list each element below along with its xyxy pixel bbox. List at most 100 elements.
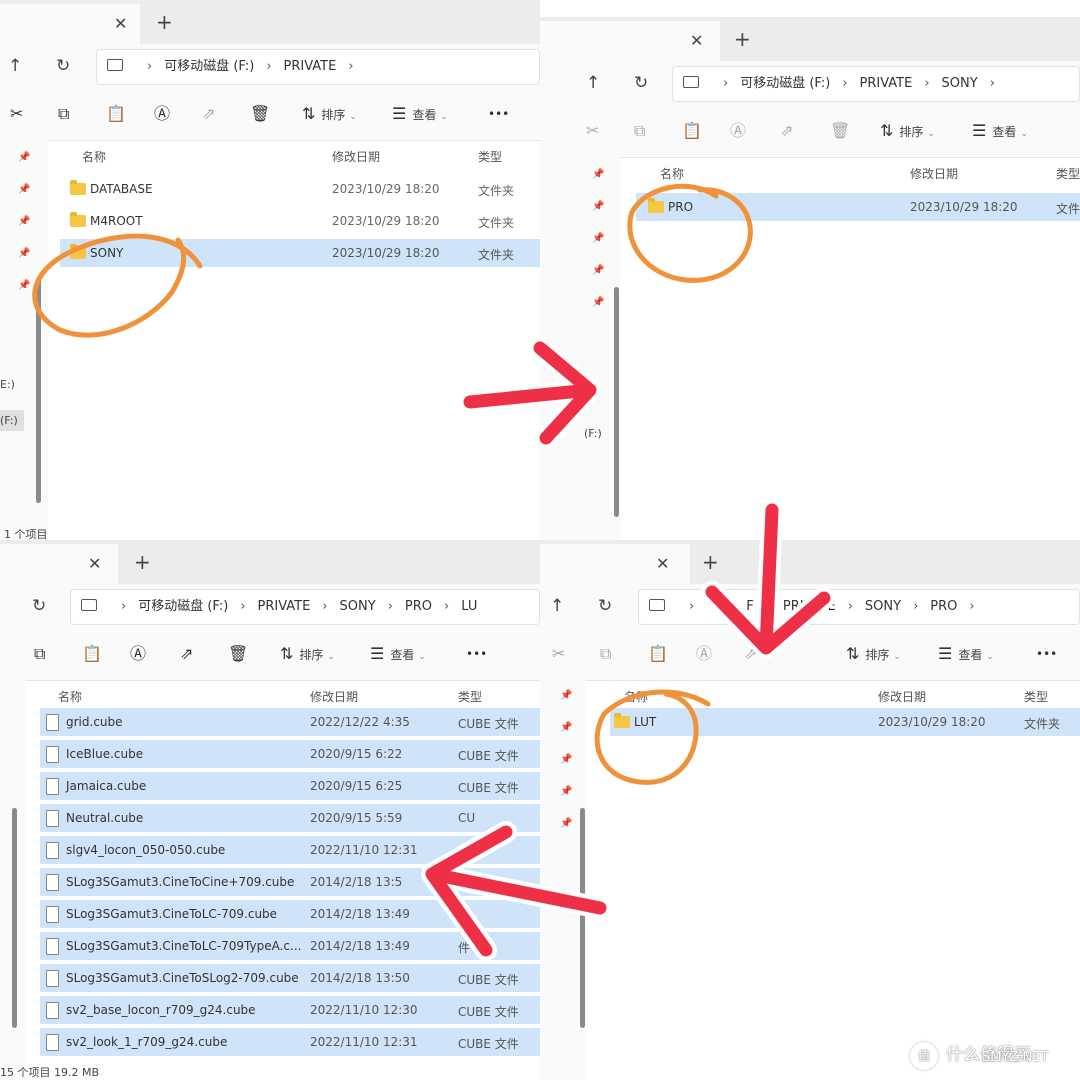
pin-icon[interactable]: 📌 (592, 169, 604, 180)
arrow-up-icon[interactable]: ↑ (586, 61, 600, 105)
pin-icon[interactable]: 📌 (592, 297, 604, 308)
address-bar[interactable]: › 可移动磁盘 (F:) › PRIVATE › (96, 49, 540, 85)
file-row-selected[interactable]: sv2_base_locon_r709_g24.cube 2022/11/10 1… (40, 996, 540, 1024)
arrow-up-icon[interactable]: ↑ (8, 44, 22, 88)
view-button[interactable]: ☰ 查看 ⌄ (938, 628, 994, 680)
address-bar[interactable]: › 可移动磁盘 (F:) › PRIVATE › SONY › PRO › LU (70, 589, 540, 625)
column-name[interactable]: 名称 (82, 148, 106, 165)
sort-button[interactable]: ⇅ 排序 ⌄ (302, 88, 357, 140)
refresh-icon[interactable]: ↻ (598, 584, 612, 628)
file-row-selected[interactable]: SLog3SGamut3.CineToCine+709.cube 2014/2/1… (40, 868, 540, 896)
breadcrumb-item[interactable]: SONY (942, 67, 978, 101)
close-icon[interactable]: ✕ (114, 4, 127, 44)
copy-icon[interactable]: ⧉ (634, 105, 645, 157)
breadcrumb-item[interactable]: SONY (340, 590, 376, 624)
pin-icon[interactable]: 📌 (18, 280, 30, 291)
delete-icon[interactable]: 🗑 (228, 628, 248, 680)
file-row[interactable]: DATABASE 2023/10/29 18:20 文件夹 (60, 175, 540, 203)
file-row-selected[interactable]: sv2_look_1_r709_g24.cube 2022/11/10 12:31… (40, 1028, 540, 1056)
paste-icon[interactable]: 📋 (648, 628, 668, 680)
column-name[interactable]: 名称 (58, 688, 82, 705)
pin-icon[interactable]: 📌 (560, 818, 572, 829)
copy-icon[interactable]: ⧉ (34, 628, 45, 680)
breadcrumb-item[interactable]: 可移动磁盘 (F:) (164, 50, 254, 84)
breadcrumb-item[interactable]: 可移动磁盘 (F:) (740, 67, 830, 101)
new-tab-icon[interactable]: + (156, 0, 173, 44)
share-icon[interactable]: ⇗ (744, 628, 757, 680)
more-button[interactable]: ••• (1036, 628, 1057, 680)
scrollbar[interactable] (12, 808, 17, 1028)
pin-icon[interactable]: 📌 (560, 786, 572, 797)
file-row[interactable]: M4ROOT 2023/10/29 18:20 文件夹 (60, 207, 540, 235)
column-type[interactable]: 类型 (478, 148, 502, 165)
column-date[interactable]: 修改日期 (910, 165, 958, 182)
delete-icon[interactable]: 🗑 (250, 88, 270, 140)
file-row-selected[interactable]: Jamaica.cube 2020/9/15 6:25 CUBE 文件 (40, 772, 540, 800)
share-icon[interactable]: ⇗ (202, 88, 215, 140)
more-button[interactable]: ••• (466, 628, 487, 680)
close-icon[interactable]: ✕ (690, 21, 703, 61)
address-bar[interactable]: › F › PRIVATE › SONY › PRO › (638, 589, 1080, 625)
paste-icon[interactable]: 📋 (82, 628, 102, 680)
address-bar[interactable]: › 可移动磁盘 (F:) › PRIVATE › SONY › (672, 66, 1080, 102)
side-item-drive-e[interactable]: E:) (0, 378, 15, 391)
pin-icon[interactable]: 📌 (592, 201, 604, 212)
view-button[interactable]: ☰ 查看 ⌄ (972, 105, 1028, 157)
file-row-selected[interactable]: Neutral.cube 2020/9/15 5:59 CU (40, 804, 540, 832)
column-type[interactable]: 类型 (458, 688, 482, 705)
more-button[interactable]: ••• (488, 88, 509, 140)
file-row-selected[interactable]: SLog3SGamut3.CineToSLog2-709.cube 2014/2/… (40, 964, 540, 992)
breadcrumb-item[interactable]: LU (461, 590, 477, 624)
refresh-icon[interactable]: ↻ (56, 44, 70, 88)
column-date[interactable]: 修改日期 (878, 688, 926, 705)
column-name[interactable]: 名称 (624, 688, 648, 705)
breadcrumb-item[interactable]: SONY (865, 590, 901, 624)
pin-icon[interactable]: 📌 (592, 233, 604, 244)
arrow-up-icon[interactable]: ↑ (550, 584, 564, 628)
breadcrumb-item[interactable]: PRIVATE (860, 67, 913, 101)
rename-icon[interactable]: Ⓐ (154, 88, 170, 140)
scrollbar[interactable] (580, 808, 585, 1028)
column-type[interactable]: 类型 (1024, 688, 1048, 705)
sort-button[interactable]: ⇅ 排序 ⌄ (846, 628, 901, 680)
rename-icon[interactable]: Ⓐ (730, 105, 746, 157)
column-type[interactable]: 类型 (1056, 165, 1080, 182)
new-tab-icon[interactable]: + (702, 540, 719, 584)
breadcrumb-item[interactable]: PRO (930, 590, 957, 624)
sort-button[interactable]: ⇅ 排序 ⌄ (280, 628, 335, 680)
share-icon[interactable]: ⇗ (780, 105, 793, 157)
file-row-selected[interactable]: grid.cube 2022/12/22 4:35 CUBE 文件 (40, 708, 540, 736)
new-tab-icon[interactable]: + (134, 540, 151, 584)
scrollbar[interactable] (36, 278, 41, 503)
close-icon[interactable]: ✕ (656, 544, 669, 584)
breadcrumb-item[interactable]: PRO (405, 590, 432, 624)
rename-icon[interactable]: Ⓐ (130, 628, 146, 680)
pin-icon[interactable]: 📌 (18, 152, 30, 163)
refresh-icon[interactable]: ↻ (634, 61, 648, 105)
file-row-selected[interactable]: PRO 2023/10/29 18:20 文件 (636, 193, 1080, 221)
file-row-selected[interactable]: LUT 2023/10/29 18:20 文件夹 (610, 708, 1080, 736)
delete-icon[interactable]: 🗑 (830, 105, 850, 157)
pin-icon[interactable]: 📌 (18, 248, 30, 259)
side-item-drive-f[interactable]: (F:) (0, 410, 24, 431)
breadcrumb-item[interactable]: 可移动磁盘 (F:) (138, 590, 228, 624)
refresh-icon[interactable]: ↻ (32, 584, 46, 628)
breadcrumb-item[interactable]: PRIVATE (258, 590, 311, 624)
paste-icon[interactable]: 📋 (682, 105, 702, 157)
pin-icon[interactable]: 📌 (560, 722, 572, 733)
copy-icon[interactable]: ⧉ (600, 628, 611, 680)
column-date[interactable]: 修改日期 (310, 688, 358, 705)
breadcrumb-item[interactable]: F (746, 590, 753, 624)
pin-icon[interactable]: 📌 (18, 184, 30, 195)
breadcrumb-item[interactable]: PRIVATE (284, 50, 337, 84)
share-icon[interactable]: ⇗ (180, 628, 193, 680)
column-date[interactable]: 修改日期 (332, 148, 380, 165)
new-tab-icon[interactable]: + (734, 17, 751, 61)
pin-icon[interactable]: 📌 (560, 690, 572, 701)
side-item-drive-f[interactable]: (F:) (584, 427, 602, 440)
cut-icon[interactable]: ✂ (586, 105, 599, 157)
paste-icon[interactable]: 📋 (106, 88, 126, 140)
file-row-selected[interactable]: SONY 2023/10/29 18:20 文件夹 (60, 239, 540, 267)
pin-icon[interactable]: 📌 (560, 754, 572, 765)
view-button[interactable]: ☰ 查看 ⌄ (392, 88, 448, 140)
